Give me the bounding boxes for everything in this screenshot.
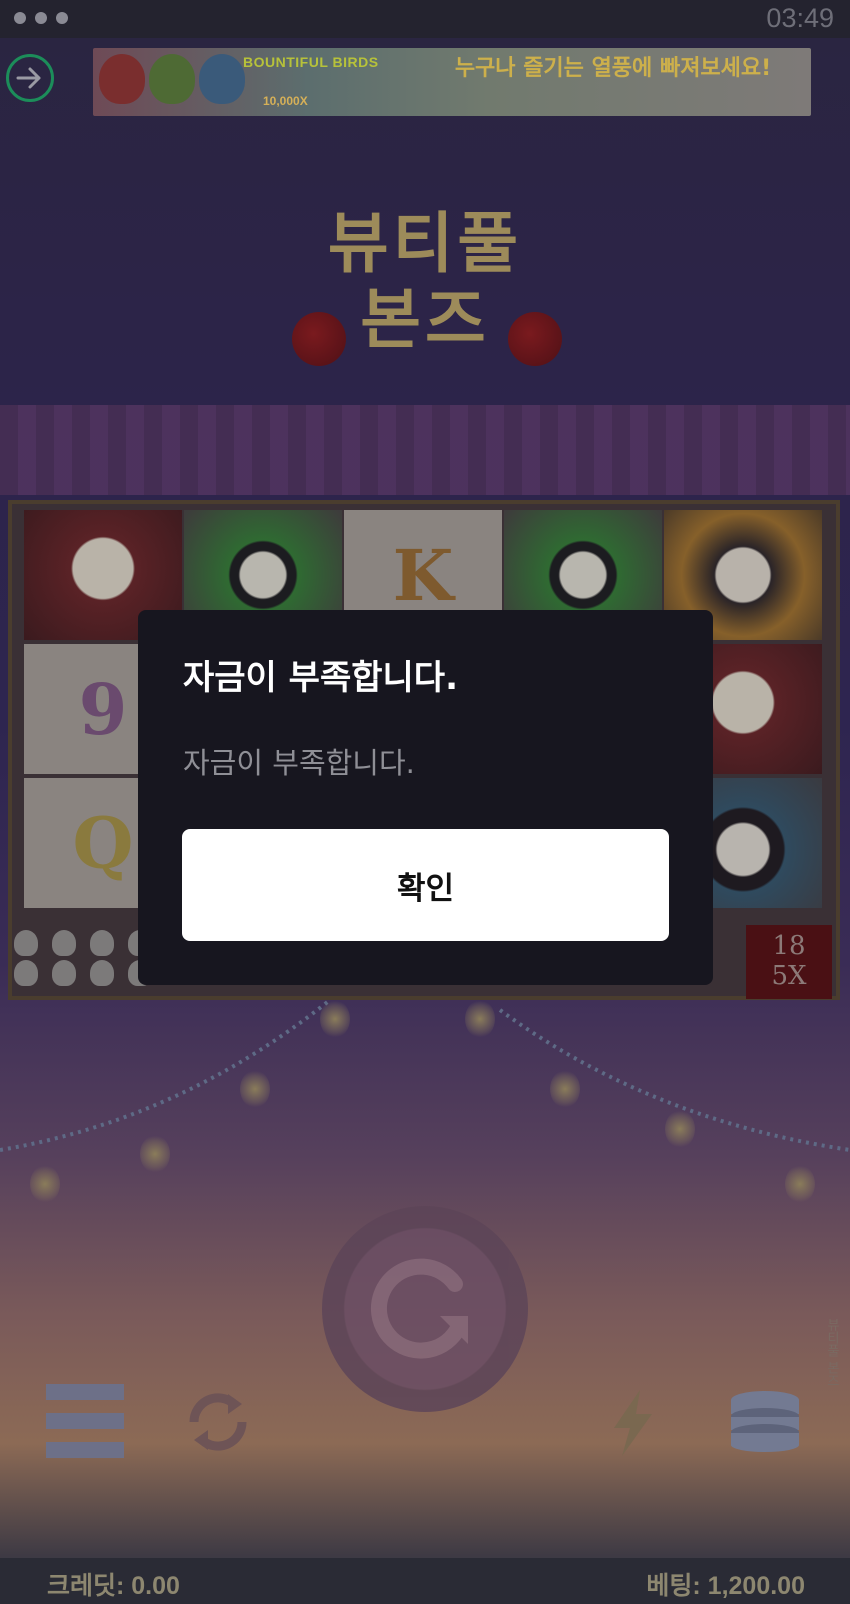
lantern [465, 1000, 495, 1038]
spin-icon [370, 1258, 468, 1359]
promo-banner[interactable]: BOUNTIFUL BIRDS 10,000X 누구나 즐기는 열풍에 빠져보세… [93, 48, 811, 116]
insufficient-funds-dialog: 자금이 부족합니다. 자금이 부족합니다. 확인 [138, 610, 713, 985]
multiplier-badge: 18 5X [746, 925, 832, 999]
lantern [785, 1165, 815, 1203]
back-button[interactable] [6, 54, 54, 102]
arrow-right-circle-icon [16, 67, 41, 89]
bird-image [99, 54, 145, 104]
skull-icon [90, 960, 114, 986]
dialog-title: 자금이 부족합니다. [183, 658, 458, 698]
rose-decoration [292, 312, 346, 366]
title-line-1: 뷰티풀 [327, 204, 523, 282]
status-bar: 03:49 [0, 0, 850, 38]
game-side-label: 뷰티풀 본즈 [824, 1318, 839, 1388]
coin-stack-icon [731, 1391, 799, 1452]
banner-birds-art [99, 54, 245, 104]
skull-icon [14, 930, 38, 956]
confirm-button[interactable]: 확인 [182, 829, 669, 941]
lantern [320, 1000, 350, 1038]
status-clock: 03:49 [766, 3, 834, 33]
dot-icon [14, 12, 26, 24]
banner-promo-text: 누구나 즐기는 열풍에 빠져보세요! [454, 56, 772, 81]
bet-display: 베팅: 1,200.00 [646, 1572, 805, 1600]
skull-icon [14, 960, 38, 986]
spin-button[interactable] [322, 1206, 528, 1412]
multiplier-top: 18 [772, 931, 806, 961]
dot-icon [56, 12, 68, 24]
window-menu-dots[interactable] [14, 12, 68, 24]
bet-button[interactable] [728, 1390, 802, 1452]
bird-image [199, 54, 245, 104]
banner-multiplier: 10,000X [263, 94, 308, 108]
autoplay-button[interactable] [176, 1380, 260, 1464]
menu-button[interactable] [44, 1382, 126, 1460]
string-lights [0, 1000, 850, 1220]
turbo-button[interactable] [606, 1390, 658, 1456]
dialog-message: 자금이 부족합니다. [183, 746, 415, 780]
lantern [665, 1110, 695, 1148]
skull-icon [52, 930, 76, 956]
hamburger-menu-icon [46, 1384, 124, 1458]
banner-logo: BOUNTIFUL BIRDS [243, 54, 379, 70]
rose-decoration [508, 312, 562, 366]
credit-display: 크레딧: 0.00 [47, 1572, 180, 1600]
lantern [140, 1135, 170, 1173]
lantern [240, 1070, 270, 1108]
lightning-icon [614, 1390, 652, 1456]
bird-image [149, 54, 195, 104]
dot-icon [35, 12, 47, 24]
decorative-strip [0, 405, 850, 495]
bottom-bar: 크레딧: 0.00 베팅: 1,200.00 [0, 1558, 850, 1604]
lantern [550, 1070, 580, 1108]
multiplier-bottom: 5X [771, 961, 807, 991]
skull-icon [52, 960, 76, 986]
autoplay-icon [189, 1393, 247, 1451]
skull-icon [90, 930, 114, 956]
lantern [30, 1165, 60, 1203]
light-strings [0, 1000, 850, 1152]
